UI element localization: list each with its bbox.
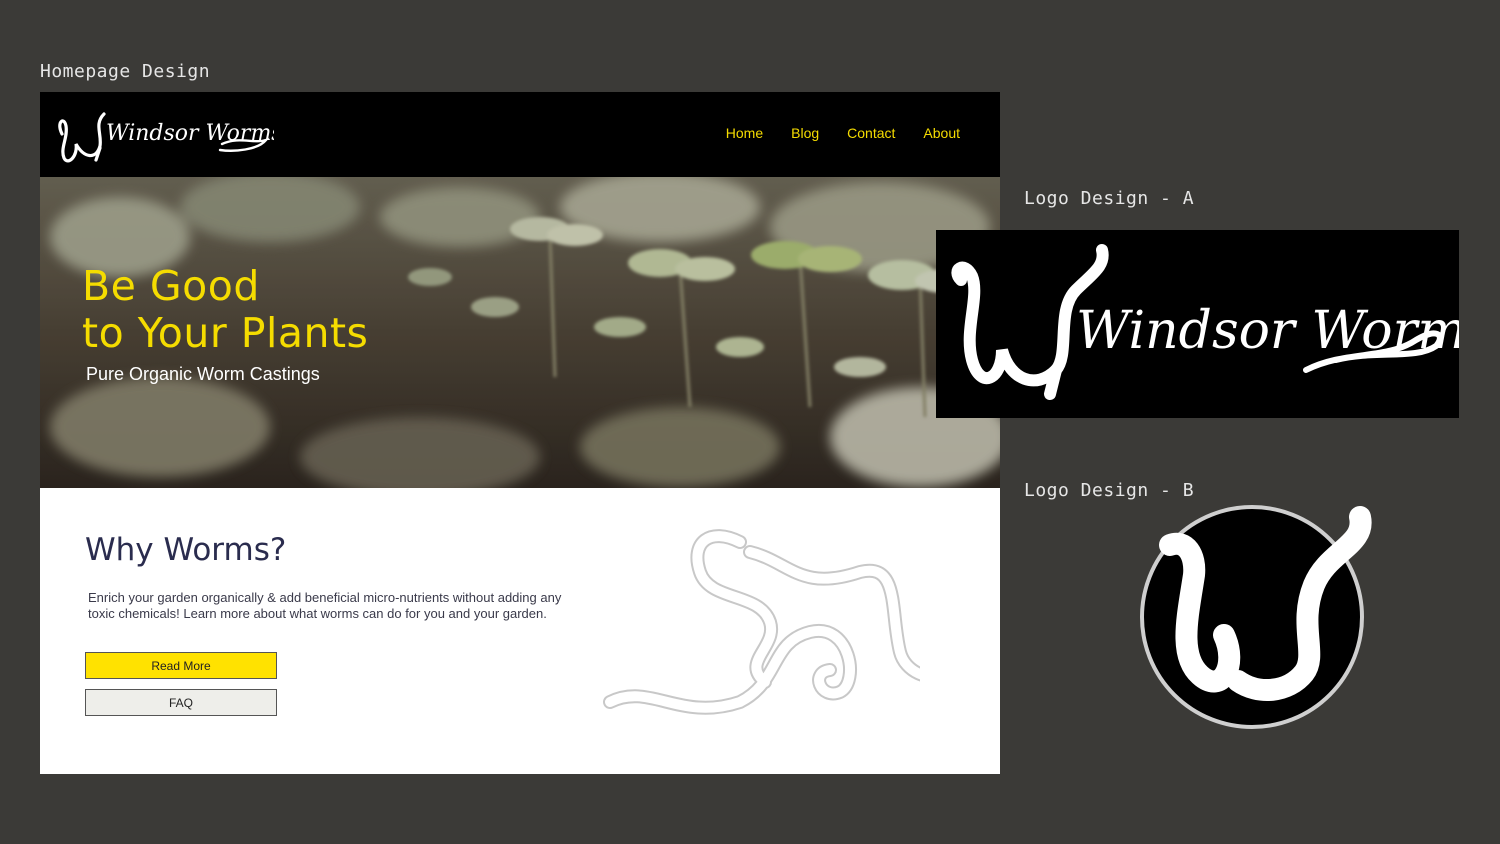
nav-contact[interactable]: Contact xyxy=(847,125,895,141)
logo-text: Windsor Worms xyxy=(106,121,274,146)
worms-illustration xyxy=(603,529,920,715)
why-worms-heading: Why Worms? xyxy=(85,532,287,568)
hero-banner: Be Good to Your Plants Pure Organic Worm… xyxy=(40,177,1000,488)
why-worms-text: Enrich your garden organically & add ben… xyxy=(88,590,562,621)
hero-title: Be Good to Your Plants xyxy=(82,262,369,357)
logo-a-text: Windsor Worms xyxy=(1076,301,1459,361)
faq-button[interactable]: FAQ xyxy=(85,689,277,716)
homepage-design-label: Homepage Design xyxy=(40,61,211,82)
logo-a-label: Logo Design - A xyxy=(1024,188,1195,209)
logo-design-a: Windsor Worms xyxy=(936,230,1459,418)
read-more-button[interactable]: Read More xyxy=(85,652,277,679)
homepage-mockup: Windsor Worms Home Blog Contact About Be… xyxy=(40,92,1000,774)
nav-about[interactable]: About xyxy=(923,125,960,141)
logo-design-b xyxy=(1140,505,1372,729)
site-navbar: Windsor Worms Home Blog Contact About xyxy=(40,92,1000,177)
nav-blog[interactable]: Blog xyxy=(791,125,819,141)
hero-subtitle: Pure Organic Worm Castings xyxy=(86,364,320,384)
logo-b-label: Logo Design - B xyxy=(1024,480,1195,501)
windsor-worms-logo[interactable]: Windsor Worms xyxy=(54,104,274,166)
nav-menu: Home Blog Contact About xyxy=(726,125,960,141)
nav-home[interactable]: Home xyxy=(726,125,763,141)
